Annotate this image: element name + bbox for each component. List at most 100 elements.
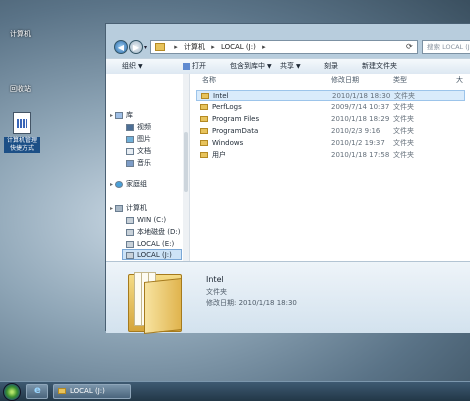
file-row[interactable]: PerfLogs 2009/7/14 10:37 文件夹: [196, 102, 465, 113]
search-input[interactable]: 搜索 LOCAL (J:): [422, 40, 470, 54]
file-date: 2009/7/14 10:37: [331, 103, 390, 111]
library-icon: [115, 111, 124, 119]
folder-icon: [200, 104, 208, 110]
breadcrumb-computer[interactable]: 计算机: [184, 43, 205, 51]
folder-icon: [200, 152, 208, 158]
file-row[interactable]: ProgramData 2010/2/3 9:16 文件夹: [196, 126, 465, 137]
expand-arrow-icon[interactable]: ▸: [110, 205, 113, 212]
column-date[interactable]: 修改日期: [331, 74, 359, 87]
nav-music[interactable]: 音乐: [126, 158, 151, 169]
burn-button[interactable]: 刻录: [324, 59, 338, 74]
nav-documents-label: 文档: [137, 147, 151, 155]
drive-icon: [126, 251, 134, 259]
file-row[interactable]: Intel 2010/1/18 18:30 文件夹: [196, 90, 465, 101]
drive-icon: [126, 240, 134, 248]
scrollbar-thumb[interactable]: [184, 132, 188, 192]
file-row[interactable]: Windows 2010/1/2 19:37 文件夹: [196, 138, 465, 149]
desktop-label-computer[interactable]: 计算机: [10, 29, 31, 39]
file-row[interactable]: 用户 2010/1/18 17:58 文件夹: [196, 150, 465, 161]
internet-explorer-button[interactable]: [26, 384, 48, 399]
shortcut-icon: [13, 112, 31, 134]
nav-drive-d[interactable]: 本地磁盘 (D:): [126, 227, 180, 238]
videos-icon: [126, 123, 134, 131]
open-label: 打开: [192, 62, 206, 70]
include-label: 包含到库中: [230, 62, 265, 70]
computer-icon: [115, 204, 124, 212]
file-type: 文件夹: [393, 151, 414, 159]
nav-drive-c[interactable]: WIN (C:): [126, 215, 166, 226]
organize-label: 组织: [122, 62, 136, 70]
documents-icon: [126, 147, 134, 155]
file-type: 文件夹: [393, 127, 414, 135]
nav-pictures-label: 图片: [137, 135, 151, 143]
title-bar[interactable]: [106, 24, 470, 34]
details-pane: Intel 文件夹 修改日期: 2010/1/18 18:30: [106, 261, 470, 334]
nav-drive-j-label: LOCAL (J:): [137, 251, 172, 259]
homegroup-icon: [115, 180, 124, 188]
nav-documents[interactable]: 文档: [126, 146, 151, 157]
expand-arrow-icon[interactable]: ▸: [110, 112, 113, 119]
chevron-down-icon: ▼: [267, 63, 272, 70]
nav-scrollbar[interactable]: [183, 74, 189, 261]
folder-icon: [58, 388, 66, 394]
breadcrumb-drive[interactable]: LOCAL (J:): [221, 43, 256, 51]
column-type[interactable]: 类型: [393, 74, 407, 87]
file-date: 2010/2/3 9:16: [331, 127, 381, 135]
open-button[interactable]: 打开: [183, 59, 206, 74]
folder-preview-icon: [128, 270, 182, 334]
file-name: PerfLogs: [200, 102, 242, 113]
address-row: ◀ ▶ ▾ ▸ 计算机 ▸ LOCAL (J:) ▸ ⟳ 搜索 LOCAL (J…: [106, 34, 470, 58]
organize-menu[interactable]: 组织 ▼: [122, 59, 143, 74]
desktop-shortcut[interactable]: 计算机管理 快捷方式: [4, 112, 40, 153]
file-name: ProgramData: [200, 126, 258, 137]
start-button[interactable]: [3, 383, 21, 401]
shortcut-label-line1: 计算机管理: [4, 137, 40, 145]
nav-library-label: 库: [126, 111, 134, 119]
include-in-library-menu[interactable]: 包含到库中 ▼: [230, 59, 272, 74]
nav-homegroup-label: 家庭组: [126, 180, 148, 188]
history-dropdown-icon[interactable]: ▾: [144, 44, 147, 51]
nav-music-label: 音乐: [137, 159, 151, 167]
share-menu[interactable]: 共享 ▼: [280, 59, 301, 74]
navigation-pane: ▸ 库 视频 图片 文档 音乐 ▸ 家庭组 ▸ 计算机 WIN (C:) 本地磁盘 (…: [106, 74, 190, 261]
file-type: 文件夹: [393, 115, 414, 123]
file-name: 用户: [200, 150, 226, 161]
file-date: 2010/1/18 17:58: [331, 151, 390, 159]
nav-videos-label: 视频: [137, 123, 151, 131]
folder-icon: [201, 93, 209, 99]
shortcut-label-line2: 快捷方式: [4, 145, 40, 153]
file-type: 文件夹: [394, 92, 415, 100]
explorer-window: ◀ ▶ ▾ ▸ 计算机 ▸ LOCAL (J:) ▸ ⟳ 搜索 LOCAL (J…: [105, 23, 470, 334]
file-date: 2010/1/2 19:37: [331, 139, 385, 147]
new-folder-button[interactable]: 新建文件夹: [362, 59, 397, 74]
back-button[interactable]: ◀: [114, 40, 128, 54]
file-date: 2010/1/18 18:30: [332, 92, 391, 100]
share-menu-label: 共享: [280, 62, 294, 70]
drive-icon: [126, 216, 134, 224]
forward-button[interactable]: ▶: [129, 40, 143, 54]
file-list: 名称 修改日期 类型 大 Intel 2010/1/18 18:30 文件夹 P…: [190, 74, 470, 261]
column-name[interactable]: 名称: [202, 74, 216, 87]
nav-drive-j[interactable]: LOCAL (J:): [122, 249, 182, 260]
address-bar[interactable]: ▸ 计算机 ▸ LOCAL (J:) ▸: [150, 40, 418, 54]
nav-homegroup[interactable]: ▸ 家庭组: [110, 179, 147, 190]
nav-videos[interactable]: 视频: [126, 122, 151, 133]
refresh-icon[interactable]: ⟳: [406, 42, 413, 51]
chevron-right-icon: ▸: [211, 43, 215, 51]
nav-pictures[interactable]: 图片: [126, 134, 151, 145]
folder-icon: [200, 140, 208, 146]
taskbar-explorer-button[interactable]: LOCAL (J:): [53, 384, 131, 399]
details-date: 修改日期: 2010/1/18 18:30: [206, 299, 297, 307]
chevron-down-icon: ▼: [138, 63, 143, 70]
file-row[interactable]: Program Files 2010/1/18 18:29 文件夹: [196, 114, 465, 125]
computer-icon: [155, 43, 165, 51]
folder-icon: [200, 116, 208, 122]
expand-arrow-icon[interactable]: ▸: [110, 181, 113, 188]
pictures-icon: [126, 135, 134, 143]
nav-library[interactable]: ▸ 库: [110, 110, 133, 121]
taskbar-explorer-label: LOCAL (J:): [70, 387, 105, 395]
column-size[interactable]: 大: [456, 74, 463, 87]
nav-computer[interactable]: ▸ 计算机: [110, 203, 147, 214]
command-bar: 组织 ▼ 打开 包含到库中 ▼ 共享 ▼ 刻录 新建文件夹: [106, 58, 470, 75]
desktop-label-recycle-bin[interactable]: 回收站: [10, 84, 31, 94]
